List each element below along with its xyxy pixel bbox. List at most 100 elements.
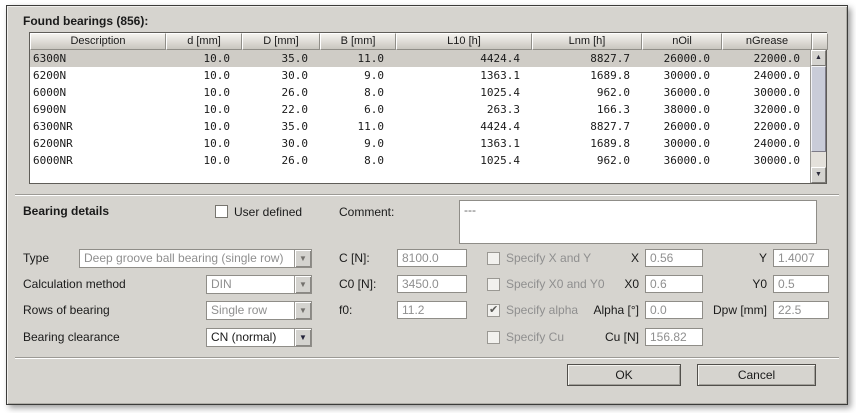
- bearing-clearance-combo-value: CN (normal): [211, 329, 293, 346]
- cell: 35.0: [242, 118, 320, 135]
- cell: 10.0: [166, 135, 242, 152]
- cell: 6000N: [30, 84, 166, 101]
- rows-of-bearing-combo-value: Single row: [211, 302, 293, 319]
- dpw-field: 22.5: [773, 301, 829, 319]
- cancel-button[interactable]: Cancel: [697, 364, 816, 386]
- comment-field[interactable]: ---: [459, 200, 817, 244]
- scroll-down-icon: ▼: [815, 171, 822, 178]
- cell: 10.0: [166, 101, 242, 118]
- cell: 30000.0: [642, 135, 722, 152]
- scroll-thumb[interactable]: [811, 66, 826, 152]
- column-header-l10-h[interactable]: L10 [h]: [396, 33, 532, 50]
- cell: 8.0: [320, 84, 396, 101]
- scroll-down-button[interactable]: ▼: [811, 167, 826, 183]
- cell: 263.3: [396, 101, 532, 118]
- cell: 6200N: [30, 67, 166, 84]
- cell: 166.3: [532, 101, 642, 118]
- cell: 38000.0: [642, 101, 722, 118]
- scroll-up-icon: ▲: [815, 54, 822, 61]
- cell: 6.0: [320, 101, 396, 118]
- cell: 26.0: [242, 152, 320, 169]
- cell: 10.0: [166, 50, 242, 67]
- cell: 10.0: [166, 84, 242, 101]
- column-header-noil[interactable]: nOil: [642, 33, 722, 50]
- comment-label: Comment:: [339, 203, 394, 221]
- cell: 11.0: [320, 118, 396, 135]
- chevron-down-icon: ▼: [294, 329, 311, 346]
- user-defined-checkbox[interactable]: [215, 205, 228, 218]
- column-header-lnm-h[interactable]: Lnm [h]: [532, 33, 642, 50]
- cell: 1363.1: [396, 67, 532, 84]
- cell: 8.0: [320, 152, 396, 169]
- table-scrollbar[interactable]: ▲ ▼: [810, 50, 826, 183]
- calc-method-combo: DIN ▼: [206, 275, 312, 294]
- c0-label: C0 [N]:: [339, 275, 376, 293]
- table-row-6900N[interactable]: 6900N10.022.06.0263.3166.338000.032000.0: [30, 101, 810, 118]
- calc-method-combo-value: DIN: [211, 276, 293, 293]
- cell: 1363.1: [396, 135, 532, 152]
- cell: 35.0: [242, 50, 320, 67]
- rows-of-bearing-label: Rows of bearing: [23, 301, 110, 319]
- cell: 32000.0: [722, 101, 810, 118]
- x0-label: X0: [624, 275, 639, 293]
- x-label: X: [631, 249, 639, 267]
- specify-x0y0-checkbox: [487, 278, 500, 291]
- cell: 22.0: [242, 101, 320, 118]
- cell: 962.0: [532, 84, 642, 101]
- table-row-6000NR[interactable]: 6000NR10.026.08.01025.4962.036000.030000…: [30, 152, 810, 169]
- table-row-6200N[interactable]: 6200N10.030.09.01363.11689.830000.024000…: [30, 67, 810, 84]
- specify-x0y0-label: Specify X0 and Y0: [506, 275, 605, 293]
- cell: 10.0: [166, 118, 242, 135]
- cell: 36000.0: [642, 152, 722, 169]
- cell: 9.0: [320, 135, 396, 152]
- cell: 30000.0: [722, 152, 810, 169]
- column-header-b-mm[interactable]: B [mm]: [320, 33, 396, 50]
- cell: 22000.0: [722, 118, 810, 135]
- dpw-label: Dpw [mm]: [713, 301, 767, 319]
- column-header-d-mm[interactable]: d [mm]: [166, 33, 242, 50]
- cell: 6900N: [30, 101, 166, 118]
- bearing-clearance-label: Bearing clearance: [23, 328, 120, 346]
- ok-button[interactable]: OK: [567, 364, 681, 386]
- cu-field: 156.82: [645, 328, 703, 346]
- bearing-table-body: 6300N10.035.011.04424.48827.726000.02200…: [30, 50, 810, 183]
- specify-alpha-label: Specify alpha: [506, 301, 578, 319]
- column-header-stub: [812, 33, 828, 50]
- cell: 6200NR: [30, 135, 166, 152]
- bearing-details-title: Bearing details: [23, 202, 109, 220]
- column-header-d-mm[interactable]: D [mm]: [242, 33, 320, 50]
- calc-method-label: Calculation method: [23, 275, 126, 293]
- rows-of-bearing-combo: Single row ▼: [206, 301, 312, 320]
- column-header-ngrease[interactable]: nGrease: [722, 33, 812, 50]
- cell: 30000.0: [642, 67, 722, 84]
- y0-label: Y0: [752, 275, 767, 293]
- cell: 962.0: [532, 152, 642, 169]
- cell: 4424.4: [396, 50, 532, 67]
- cell: 6300N: [30, 50, 166, 67]
- bearing-table: Descriptiond [mm]D [mm]B [mm]L10 [h]Lnm …: [29, 32, 827, 184]
- cell: 26.0: [242, 84, 320, 101]
- cell: 6300NR: [30, 118, 166, 135]
- cell: 1025.4: [396, 84, 532, 101]
- scroll-up-button[interactable]: ▲: [811, 50, 826, 66]
- chevron-down-icon: ▼: [294, 250, 311, 267]
- specify-alpha-checkbox: [487, 304, 500, 317]
- cell: 26000.0: [642, 50, 722, 67]
- cu-label: Cu [N]: [605, 328, 639, 346]
- chevron-down-icon: ▼: [294, 302, 311, 319]
- cell: 6000NR: [30, 152, 166, 169]
- y-field: 1.4007: [773, 249, 829, 267]
- cell: 26000.0: [642, 118, 722, 135]
- cell: 8827.7: [532, 50, 642, 67]
- cell: 24000.0: [722, 67, 810, 84]
- bearing-clearance-combo[interactable]: CN (normal) ▼: [206, 328, 312, 347]
- separator: [15, 194, 839, 196]
- table-row-6200NR[interactable]: 6200NR10.030.09.01363.11689.830000.02400…: [30, 135, 810, 152]
- table-row-6000N[interactable]: 6000N10.026.08.01025.4962.036000.030000.…: [30, 84, 810, 101]
- column-header-description[interactable]: Description: [30, 33, 166, 50]
- table-row-6300NR[interactable]: 6300NR10.035.011.04424.48827.726000.0220…: [30, 118, 810, 135]
- table-row-6300N[interactable]: 6300N10.035.011.04424.48827.726000.02200…: [30, 50, 810, 67]
- bearing-selection-dialog: Found bearings (856): Descriptiond [mm]D…: [6, 5, 848, 405]
- cell: 36000.0: [642, 84, 722, 101]
- user-defined-label: User defined: [234, 203, 302, 221]
